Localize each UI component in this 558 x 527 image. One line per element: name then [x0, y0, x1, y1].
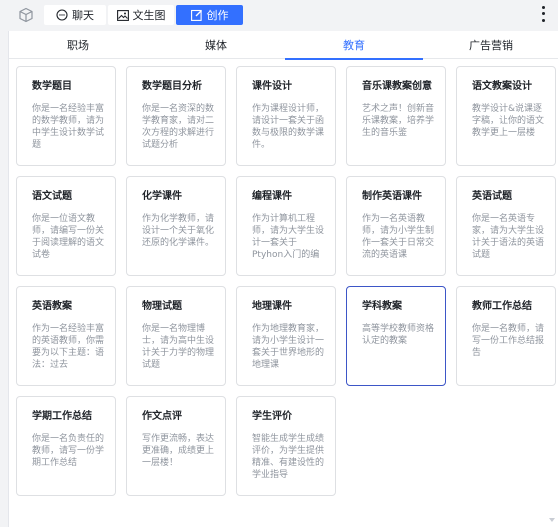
card-description: 你是一名资深的数学教育家，请对二次方程的求解进行试题分析: [142, 104, 215, 150]
card-title: 学生评价: [252, 411, 292, 422]
template-card-chemistry-courseware[interactable]: 化学课件 作为化学教师，请设计一个关于氧化还原的化学课件。: [126, 176, 226, 276]
template-card-courseware-design[interactable]: 课件设计 作为课程设计师，请设计一套关于函数与极限的数学课件。: [236, 66, 336, 166]
card-title: 数学题目: [32, 81, 72, 92]
chat-bubble-icon: [56, 9, 68, 21]
card-description: 作为化学教师，请设计一个关于氧化还原的化学课件。: [142, 214, 215, 248]
card-description: 你是一名英语专家，请为大学生设计关于语法的英语试题: [472, 214, 545, 260]
card-description: 作为计算机工程师，请为大学生设计一套关于Ptyhon入门的编: [252, 214, 325, 260]
card-description: 高等学校教师资格认定的教案: [362, 324, 435, 346]
card-description: 你是一名物理博士，请为高中生设计关于力学的物理试题: [142, 324, 215, 370]
template-panel: 职场 媒体 教育 广告营销 数学题目 你是一名经验丰富的数学教师，请为中学生设计…: [8, 31, 558, 527]
card-description: 作为地理教育家，请为小学生设计一套关于世界地形的地理课: [252, 324, 325, 370]
scroll-down-arrow-icon[interactable]: [548, 516, 556, 524]
card-title: 英语试题: [472, 191, 512, 202]
template-card-teacher-work-summary[interactable]: 教师工作总结 你是一名教师，请写一份工作总结报告: [456, 286, 556, 386]
card-description: 教学设计&说课逐字稿，让你的语文教学更上一层楼: [472, 104, 545, 138]
template-card-subject-lesson-plan[interactable]: 学科教案 高等学校教师资格认定的教案: [346, 286, 446, 386]
template-card-math-questions[interactable]: 数学题目 你是一名经验丰富的数学教师，请为中学生设计数学试题: [16, 66, 116, 166]
card-title: 音乐课教案创意: [362, 81, 432, 92]
tab-workplace[interactable]: 职场: [9, 31, 147, 59]
card-title: 学科教案: [362, 301, 402, 312]
template-card-physics-test[interactable]: 物理试题 你是一名物理博士，请为高中生设计关于力学的物理试题: [126, 286, 226, 386]
card-description: 写作更流畅，表达更准确，成绩更上一层楼！: [142, 434, 215, 468]
card-title: 化学课件: [142, 191, 182, 202]
category-tabs: 职场 媒体 教育 广告营销: [9, 31, 558, 60]
template-card-math-analysis[interactable]: 数学题目分析 你是一名资深的数学教育家，请对二次方程的求解进行试题分析: [126, 66, 226, 166]
chat-mode-label: 聊天: [72, 9, 94, 22]
cube-icon[interactable]: [18, 7, 34, 23]
card-description: 你是一位语文教师，请编写一份关于阅读理解的语文试卷: [32, 214, 105, 260]
image-icon: [116, 9, 129, 21]
template-card-student-evaluation[interactable]: 学生评价 智能生成学生成绩评价，为学生提供精准、有建设性的学业指导: [236, 396, 336, 496]
mode-toolbar: 聊天 文生图 创作: [0, 0, 558, 30]
create-mode-button[interactable]: 创作: [176, 5, 243, 25]
template-card-chinese-lesson[interactable]: 语文教案设计 教学设计&说课逐字稿，让你的语文教学更上一层楼: [456, 66, 556, 166]
card-title: 物理试题: [142, 301, 182, 312]
tab-education[interactable]: 教育: [285, 31, 423, 60]
card-description: 艺术之声！创新音乐课教案，培养学生的音乐鉴: [362, 104, 435, 138]
card-title: 语文试题: [32, 191, 72, 202]
template-card-english-lesson[interactable]: 英语教案 作为一名经验丰富的英语教师，你需要为以下主题：语法：过去: [16, 286, 116, 386]
template-card-semester-summary[interactable]: 学期工作总结 你是一名负责任的教师，请写一份学期工作总结: [16, 396, 116, 496]
card-title: 编程课件: [252, 191, 292, 202]
card-description: 你是一名教师，请写一份工作总结报告: [472, 324, 545, 358]
create-mode-label: 创作: [206, 9, 229, 22]
card-title: 课件设计: [252, 81, 292, 92]
card-description: 你是一名经验丰富的数学教师，请为中学生设计数学试题: [32, 104, 105, 150]
card-title: 学期工作总结: [32, 411, 92, 422]
template-card-programming-courseware[interactable]: 编程课件 作为计算机工程师，请为大学生设计一套关于Ptyhon入门的编: [236, 176, 336, 276]
card-description: 作为一名英语教师，请为小学生制作一套关于日常交流的英语课: [362, 214, 435, 260]
card-description: 作为一名经验丰富的英语教师，你需要为以下主题：语法：过去: [32, 324, 105, 370]
card-description: 作为课程设计师，请设计一套关于函数与极限的数学课件。: [252, 104, 325, 150]
card-description: 你是一名负责任的教师，请写一份学期工作总结: [32, 434, 105, 468]
text-to-image-mode-label: 文生图: [132, 9, 166, 22]
card-title: 制作英语课件: [362, 191, 422, 202]
text-to-image-mode-button[interactable]: 文生图: [108, 5, 174, 25]
card-title: 作文点评: [142, 411, 182, 422]
template-card-geography-courseware[interactable]: 地理课件 作为地理教育家，请为小学生设计一套关于世界地形的地理课: [236, 286, 336, 386]
tab-media[interactable]: 媒体: [147, 31, 285, 59]
tab-advertising-marketing[interactable]: 广告营销: [423, 31, 558, 59]
card-title: 地理课件: [252, 301, 292, 312]
template-card-english-courseware[interactable]: 制作英语课件 作为一名英语教师，请为小学生制作一套关于日常交流的英语课: [346, 176, 446, 276]
edit-icon: [190, 9, 202, 21]
card-title: 语文教案设计: [472, 81, 532, 92]
card-title: 英语教案: [32, 301, 72, 312]
card-title: 教师工作总结: [472, 301, 532, 312]
template-card-essay-review[interactable]: 作文点评 写作更流畅，表达更准确，成绩更上一层楼！: [126, 396, 226, 496]
more-options-icon[interactable]: [537, 4, 549, 24]
template-card-chinese-test[interactable]: 语文试题 你是一位语文教师，请编写一份关于阅读理解的语文试卷: [16, 176, 116, 276]
card-description: 智能生成学生成绩评价，为学生提供精准、有建设性的学业指导: [252, 434, 325, 480]
template-card-music-lesson[interactable]: 音乐课教案创意 艺术之声！创新音乐课教案，培养学生的音乐鉴: [346, 66, 446, 166]
card-title: 数学题目分析: [142, 81, 202, 92]
chat-mode-button[interactable]: 聊天: [44, 5, 106, 25]
template-card-english-test[interactable]: 英语试题 你是一名英语专家，请为大学生设计关于语法的英语试题: [456, 176, 556, 276]
